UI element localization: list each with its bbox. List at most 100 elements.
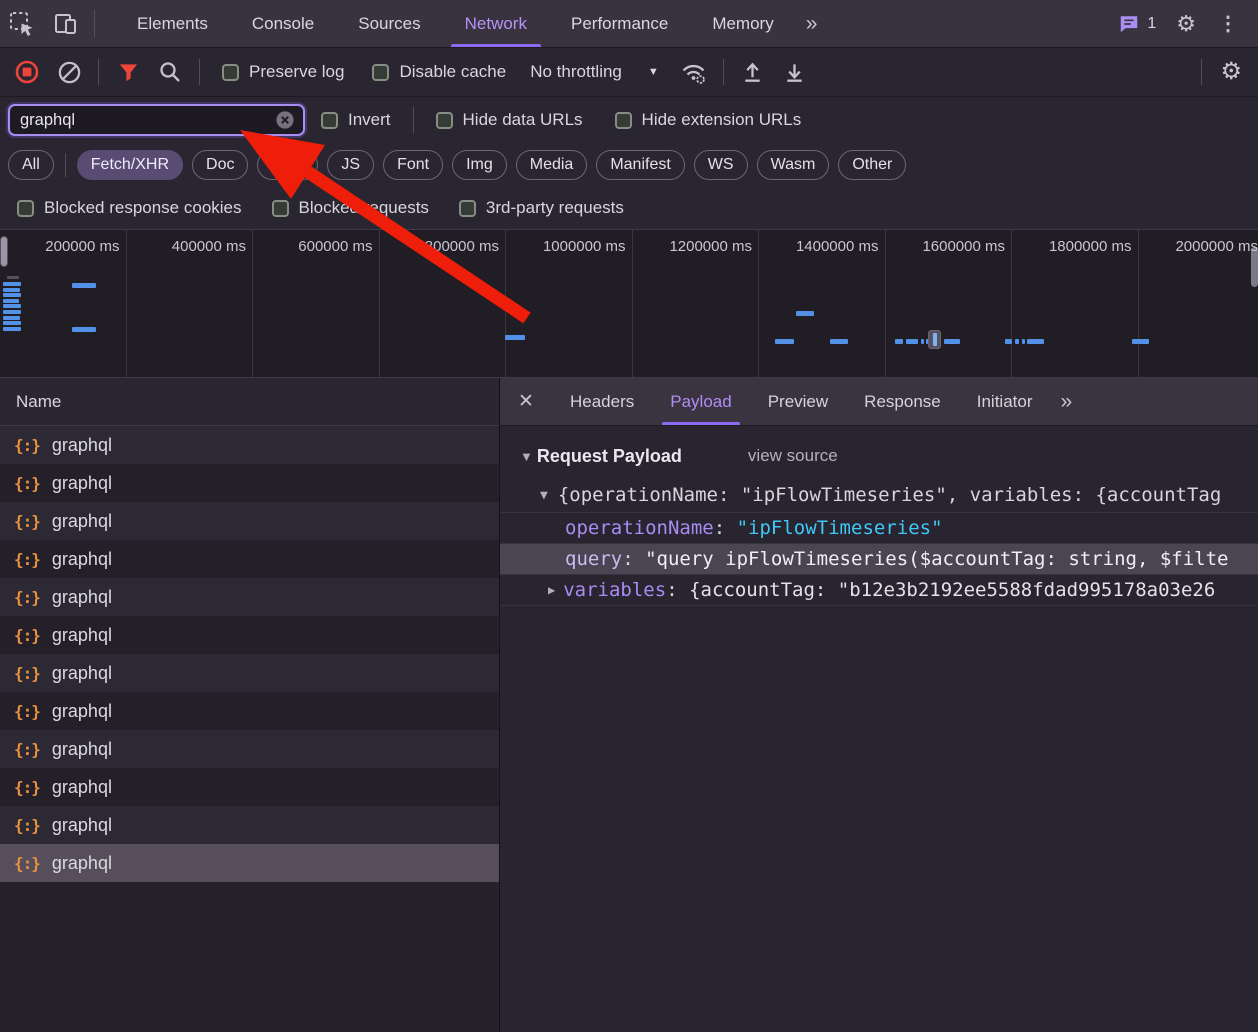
waterfall-request-bar[interactable] xyxy=(3,316,20,320)
close-details-button[interactable]: ✕ xyxy=(500,378,552,425)
network-overview-timeline[interactable]: 200000 ms400000 ms600000 ms800000 ms1000… xyxy=(0,230,1258,378)
tab-network[interactable]: Network xyxy=(443,0,549,47)
waterfall-request-bar[interactable] xyxy=(906,339,918,344)
checkbox-unchecked[interactable] xyxy=(272,200,289,217)
import-har-button[interactable] xyxy=(732,52,774,92)
waterfall-request-bar[interactable] xyxy=(3,288,20,292)
chip-img[interactable]: Img xyxy=(452,150,507,180)
payload-entry-operationName[interactable]: operationName: "ipFlowTimeseries" xyxy=(500,512,1258,543)
more-detail-tabs-button[interactable]: » xyxy=(1050,378,1080,425)
detail-tab-response[interactable]: Response xyxy=(846,378,959,425)
chip-doc[interactable]: Doc xyxy=(192,150,248,180)
waterfall-request-bar[interactable] xyxy=(72,327,96,332)
request-row[interactable]: {:}graphql xyxy=(0,616,499,654)
request-row[interactable]: {:}graphql xyxy=(0,654,499,692)
tab-memory[interactable]: Memory xyxy=(690,0,795,47)
waterfall-request-bar[interactable] xyxy=(1005,339,1012,344)
waterfall-request-bar[interactable] xyxy=(895,339,903,344)
checkbox-unchecked[interactable] xyxy=(222,64,239,81)
collapse-triangle-icon[interactable]: ▼ xyxy=(540,488,548,503)
preserve-log-checkbox[interactable]: Preserve log xyxy=(222,62,344,82)
record-network-log-button[interactable] xyxy=(6,52,48,92)
hide-extension-urls-checkbox[interactable]: Hide extension URLs xyxy=(615,110,802,130)
waterfall-request-bar[interactable] xyxy=(3,327,21,331)
waterfall-request-bar[interactable] xyxy=(921,339,924,344)
payload-object-preview[interactable]: ▼ {operationName: "ipFlowTimeseries", va… xyxy=(500,478,1258,512)
detail-tab-preview[interactable]: Preview xyxy=(750,378,846,425)
payload-entry-query[interactable]: query: "query ipFlowTimeseries($accountT… xyxy=(500,543,1258,574)
clear-filter-button[interactable] xyxy=(275,110,295,130)
checkbox-unchecked[interactable] xyxy=(615,112,632,129)
payload-entry-variables[interactable]: ▶variables: {accountTag: "b12e3b2192ee55… xyxy=(500,574,1258,605)
chip-ws[interactable]: WS xyxy=(694,150,748,180)
detail-tab-initiator[interactable]: Initiator xyxy=(959,378,1051,425)
waterfall-request-bar[interactable] xyxy=(944,339,960,344)
request-row[interactable]: {:}graphql xyxy=(0,768,499,806)
waterfall-request-bar[interactable] xyxy=(3,310,21,314)
console-messages-button[interactable]: 1 xyxy=(1108,13,1166,35)
chip-other[interactable]: Other xyxy=(838,150,906,180)
chip-wasm[interactable]: Wasm xyxy=(757,150,830,180)
view-source-link[interactable]: view source xyxy=(748,446,838,466)
waterfall-request-bar[interactable] xyxy=(3,299,19,303)
checkbox-unchecked[interactable] xyxy=(436,112,453,129)
request-row[interactable]: {:}graphql xyxy=(0,730,499,768)
chip-font[interactable]: Font xyxy=(383,150,443,180)
invert-checkbox[interactable]: Invert xyxy=(321,110,391,130)
chip-media[interactable]: Media xyxy=(516,150,588,180)
network-settings-gear-icon[interactable]: ⚙ xyxy=(1210,60,1252,84)
detail-tab-payload[interactable]: Payload xyxy=(652,378,749,425)
waterfall-request-bar[interactable] xyxy=(1022,339,1025,344)
checkbox-unchecked[interactable] xyxy=(321,112,338,129)
tab-elements[interactable]: Elements xyxy=(115,0,230,47)
request-row[interactable]: {:}graphql xyxy=(0,426,499,464)
waterfall-request-bar[interactable] xyxy=(1132,339,1149,344)
tab-performance[interactable]: Performance xyxy=(549,0,690,47)
request-row[interactable]: {:}graphql xyxy=(0,692,499,730)
waterfall-request-bar[interactable] xyxy=(1027,339,1044,344)
checkbox-unchecked[interactable] xyxy=(372,64,389,81)
request-row[interactable]: {:}graphql xyxy=(0,502,499,540)
name-column-header[interactable]: Name xyxy=(0,378,499,426)
clear-network-log-button[interactable] xyxy=(48,52,90,92)
request-row[interactable]: {:}graphql xyxy=(0,464,499,502)
collapse-triangle-icon[interactable]: ▼ xyxy=(520,449,533,464)
filter-input-value[interactable]: graphql xyxy=(20,111,275,130)
blocked-requests-checkbox[interactable]: Blocked requests xyxy=(272,198,429,218)
waterfall-request-bar[interactable] xyxy=(1015,339,1019,344)
detail-tab-headers[interactable]: Headers xyxy=(552,378,652,425)
expand-triangle-icon[interactable]: ▶ xyxy=(548,583,555,597)
chip-manifest[interactable]: Manifest xyxy=(596,150,684,180)
waterfall-request-bar[interactable] xyxy=(3,293,21,297)
throttling-select[interactable]: No throttling ▼ xyxy=(530,62,659,82)
waterfall-request-bar[interactable] xyxy=(3,282,21,286)
request-row[interactable]: {:}graphql xyxy=(0,540,499,578)
search-network-button[interactable] xyxy=(149,52,191,92)
waterfall-request-bar[interactable] xyxy=(830,339,848,344)
chip-css[interactable]: CSS xyxy=(257,150,318,180)
waterfall-request-bar[interactable] xyxy=(3,321,21,325)
waterfall-request-bar[interactable] xyxy=(3,304,21,308)
request-payload-section[interactable]: ▼ Request Payload view source xyxy=(500,440,1258,472)
network-conditions-button[interactable] xyxy=(673,52,715,92)
chip-all[interactable]: All xyxy=(8,150,54,180)
more-panels-button[interactable]: » xyxy=(796,0,826,47)
device-toolbar-button[interactable] xyxy=(44,0,88,47)
export-har-button[interactable] xyxy=(774,52,816,92)
tab-console[interactable]: Console xyxy=(230,0,336,47)
chip-js[interactable]: JS xyxy=(327,150,374,180)
tab-sources[interactable]: Sources xyxy=(336,0,442,47)
disable-cache-checkbox[interactable]: Disable cache xyxy=(372,62,506,82)
blocked-response-cookies-checkbox[interactable]: Blocked response cookies xyxy=(17,198,242,218)
checkbox-unchecked[interactable] xyxy=(17,200,34,217)
settings-gear-icon[interactable]: ⚙ xyxy=(1166,13,1206,35)
waterfall-request-bar[interactable] xyxy=(72,283,96,288)
inspect-element-button[interactable] xyxy=(0,0,44,47)
request-row[interactable]: {:}graphql xyxy=(0,578,499,616)
waterfall-request-bar[interactable] xyxy=(796,311,814,316)
checkbox-unchecked[interactable] xyxy=(459,200,476,217)
more-options-icon[interactable]: ⋮ xyxy=(1206,14,1250,34)
hide-data-urls-checkbox[interactable]: Hide data URLs xyxy=(436,110,583,130)
chip-fetch-xhr[interactable]: Fetch/XHR xyxy=(77,150,183,180)
waterfall-request-bar[interactable] xyxy=(775,339,794,344)
